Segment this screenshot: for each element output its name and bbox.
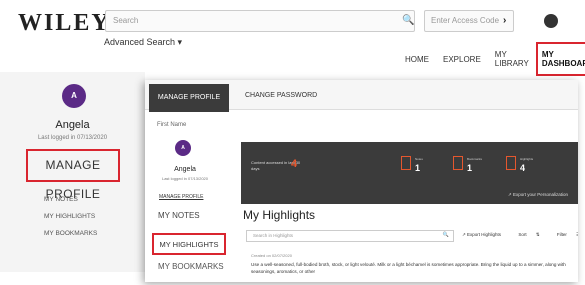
bookmarks-stat[interactable]: Bookmarks 1 bbox=[453, 156, 482, 174]
activity-stats-bar: Content accessed in last 30 days 4 Notes… bbox=[241, 142, 578, 204]
top-nav: HOME EXPLORE MY LIBRARY MY DASHBOARD bbox=[398, 42, 585, 76]
export-highlights-label: Export Highlights bbox=[467, 232, 502, 237]
tab-manage-profile[interactable]: MANAGE PROFILE bbox=[149, 84, 229, 112]
sidebar-item-my-bookmarks[interactable]: MY BOOKMARKS bbox=[44, 230, 97, 237]
profile-sidebar: A Angela Last logged in 07/13/2020 MANAG… bbox=[0, 72, 145, 272]
highlights-stat-label: Highlights bbox=[520, 157, 534, 161]
note-icon bbox=[401, 156, 411, 170]
nav-home[interactable]: HOME bbox=[398, 55, 436, 64]
highlights-stat-value: 4 bbox=[520, 163, 526, 173]
user-name: Angela bbox=[55, 119, 90, 131]
user-account-icon[interactable] bbox=[544, 14, 558, 28]
highlight-entry-date: Created on 02/07/2020 bbox=[251, 253, 292, 258]
manage-profile-link[interactable]: MANAGE PROFILE bbox=[159, 194, 203, 200]
nav-my-library[interactable]: MY LIBRARY bbox=[488, 50, 536, 68]
tab-change-password[interactable]: CHANGE PASSWORD bbox=[245, 92, 317, 99]
content-accessed-label: Content accessed in last 30 days bbox=[251, 160, 301, 171]
bookmarks-stat-label: Bookmarks bbox=[467, 157, 483, 161]
search-input[interactable]: Search 🔍 bbox=[105, 10, 415, 32]
sort-icon: ⇅ bbox=[535, 232, 540, 237]
overlay-sidebar: A Angela Last logged in 07/13/2020 MANAG… bbox=[145, 132, 241, 282]
filter-icon: ☰ bbox=[576, 232, 578, 237]
export-icon: ↗ bbox=[507, 192, 512, 197]
avatar: A bbox=[62, 84, 86, 108]
notes-stat[interactable]: Notes 1 bbox=[401, 156, 423, 174]
bookmark-icon bbox=[453, 156, 463, 170]
filter-button[interactable]: Filter ☰ bbox=[557, 232, 578, 237]
nav-my-dashboard[interactable]: MY DASHBOARD bbox=[535, 42, 585, 76]
sidebar-item-my-notes[interactable]: MY NOTES bbox=[44, 196, 78, 203]
filter-label: Filter bbox=[556, 232, 567, 237]
sidebar-item-my-highlights[interactable]: MY HIGHLIGHTS bbox=[44, 213, 95, 220]
sort-button[interactable]: Sort ⇅ bbox=[518, 232, 547, 237]
manage-profile-link[interactable]: MANAGE PROFILE bbox=[26, 149, 120, 201]
bookmarks-stat-value: 1 bbox=[467, 163, 473, 173]
wiley-logo: WILEY bbox=[18, 10, 111, 36]
search-icon[interactable]: 🔍 bbox=[402, 15, 414, 26]
advanced-search-link[interactable]: Advanced Search ▾ bbox=[104, 37, 182, 48]
sidebar-item-label: MY HIGHLIGHTS bbox=[159, 240, 219, 249]
export-personalization-link[interactable]: ↗ Export your Personalization bbox=[508, 192, 568, 198]
last-logged-in: Last logged in 07/13/2020 bbox=[161, 176, 209, 181]
avatar: A bbox=[175, 140, 191, 156]
access-code-placeholder: Enter Access Code bbox=[431, 16, 500, 25]
search-placeholder: Search bbox=[113, 16, 139, 25]
profile-tabs: MANAGE PROFILE CHANGE PASSWORD bbox=[145, 80, 578, 112]
nav-explore[interactable]: EXPLORE bbox=[436, 55, 488, 64]
first-name-label: First Name bbox=[157, 122, 187, 128]
notes-stat-value: 1 bbox=[415, 163, 421, 173]
content-accessed-count: 4 bbox=[291, 158, 298, 170]
sort-label: Sort bbox=[518, 232, 527, 237]
highlights-search-input[interactable]: Search in Highlights 🔍 bbox=[246, 230, 454, 242]
search-icon[interactable]: 🔍 bbox=[443, 232, 449, 238]
highlight-entry-text[interactable]: Use a well-seasoned, full-bodied broth, … bbox=[251, 261, 569, 275]
highlights-heading: My Highlights bbox=[243, 208, 316, 222]
last-logged-in: Last logged in 07/13/2020 bbox=[37, 135, 108, 141]
sidebar-item-my-bookmarks[interactable]: MY BOOKMARKS bbox=[158, 262, 224, 271]
notes-stat-label: Notes bbox=[415, 157, 423, 161]
sidebar-item-my-highlights[interactable]: MY HIGHLIGHTS bbox=[152, 233, 226, 255]
chevron-right-icon[interactable]: › bbox=[503, 15, 506, 26]
access-code-input[interactable]: Enter Access Code › bbox=[424, 10, 514, 32]
highlighter-icon bbox=[506, 156, 516, 170]
highlights-search-placeholder: Search in Highlights bbox=[253, 233, 294, 238]
sidebar-item-my-notes[interactable]: MY NOTES bbox=[158, 211, 200, 220]
user-name: Angela bbox=[174, 166, 196, 173]
highlights-toolbar: ↗ Export Highlights Sort ⇅ Filter ☰ bbox=[462, 232, 578, 238]
export-personalization-label: Export your Personalization bbox=[512, 192, 568, 197]
highlights-stat[interactable]: Highlights 4 bbox=[506, 156, 533, 174]
export-highlights-button[interactable]: ↗ Export Highlights bbox=[462, 232, 509, 237]
overlay-dashboard-screenshot: MANAGE PROFILE CHANGE PASSWORD First Nam… bbox=[145, 80, 578, 282]
